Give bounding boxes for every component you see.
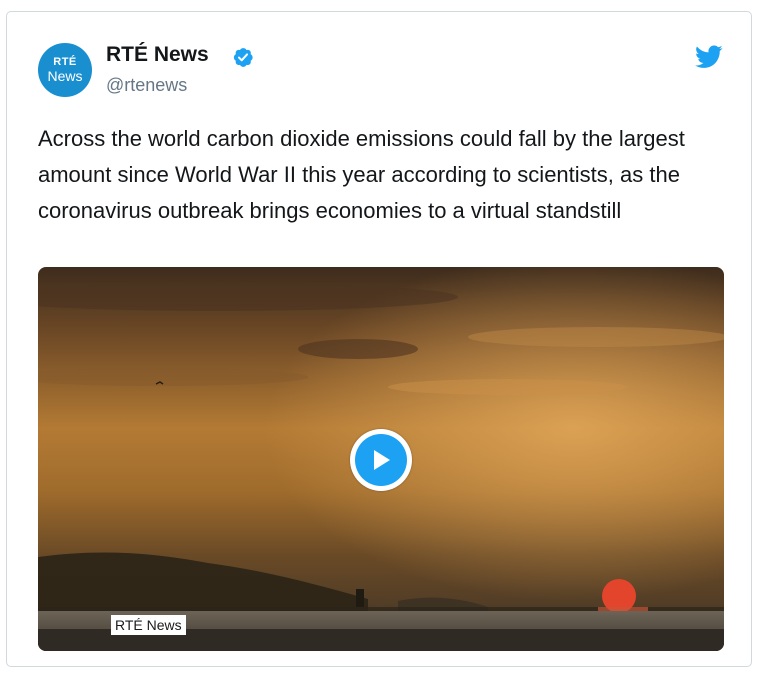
twitter-bird-icon[interactable] [695,45,723,69]
rte-news-watermark: RTÉ News [111,615,186,635]
avatar-text-line2: News [47,68,83,84]
tweet-card[interactable]: RTÉ News RTÉ News @rtenews Across the wo… [6,11,752,667]
video-player[interactable]: RTÉ News [38,267,724,651]
play-icon [374,450,390,470]
avatar-text-line1: RTÉ [53,56,77,68]
author-name[interactable]: RTÉ News [106,43,209,67]
verified-badge-icon [233,48,253,67]
tweet-text: Across the world carbon dioxide emission… [38,126,685,223]
author-handle[interactable]: @rtenews [106,75,187,96]
avatar[interactable]: RTÉ News [38,43,92,97]
play-button[interactable] [350,429,412,491]
